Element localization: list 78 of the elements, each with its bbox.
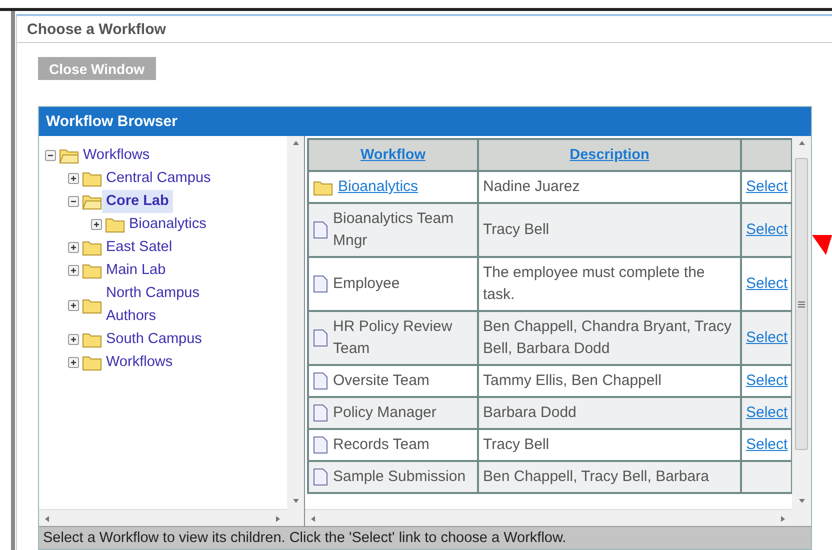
- vertical-scrollbar[interactable]: [287, 136, 304, 509]
- select-link[interactable]: Select: [746, 275, 788, 292]
- horizontal-scrollbar[interactable]: [305, 509, 792, 526]
- table-cell: Tracy Bell: [478, 203, 741, 257]
- collapse-icon[interactable]: [45, 150, 56, 161]
- document-icon: [313, 404, 328, 422]
- folder-icon: [82, 262, 102, 279]
- scroll-thumb[interactable]: [795, 158, 808, 450]
- select-link[interactable]: Select: [746, 329, 788, 346]
- grip-icon: [798, 300, 805, 308]
- table-cell: Barbara Dodd: [478, 397, 741, 429]
- workflow-name: Employee: [333, 274, 400, 294]
- document-icon: [313, 436, 328, 454]
- scroll-arrow-icon[interactable]: [275, 514, 282, 522]
- tree-item[interactable]: South Campus: [102, 328, 206, 351]
- table-cell: Ben Chappell, Chandra Bryant, Tracy Bell, Barbara Dodd: [478, 311, 741, 365]
- folder-link[interactable]: Bioanalytics: [338, 176, 418, 198]
- table-cell: The employee must complete the task.: [478, 257, 741, 311]
- triangle-icon: [812, 235, 832, 255]
- select-link[interactable]: Select: [746, 436, 788, 453]
- scroll-arrow-icon[interactable]: [44, 514, 51, 522]
- folder-icon: [82, 296, 102, 314]
- tree-item[interactable]: Bioanalytics: [125, 213, 210, 236]
- scroll-arrow-icon[interactable]: [780, 514, 787, 522]
- select-link[interactable]: Select: [746, 404, 788, 421]
- status-bar: Select a Workflow to view its children. Click the 'Select' link to choose a Workflow.: [39, 526, 811, 549]
- window-title: Choose a Workflow: [17, 16, 832, 43]
- workflow-name: HR Policy Review Team: [333, 317, 454, 359]
- open-folder-icon: [82, 193, 102, 210]
- open-folder-icon: [59, 147, 79, 164]
- collapse-icon[interactable]: [68, 196, 79, 207]
- tree-item[interactable]: Central Campus: [102, 167, 215, 190]
- expand-icon[interactable]: [68, 300, 79, 310]
- tree-item[interactable]: Core Lab: [102, 190, 173, 213]
- expand-icon[interactable]: [68, 242, 79, 253]
- folder-icon: [82, 239, 102, 256]
- sort-link[interactable]: Description: [570, 147, 650, 163]
- table-cell: Tracy Bell: [478, 429, 741, 461]
- scroll-arrow-icon[interactable]: [292, 498, 299, 505]
- workflow-name: Records Team: [333, 435, 430, 455]
- tree-item[interactable]: Workflows: [102, 351, 177, 374]
- workflow-name: Sample Submission: [333, 467, 466, 487]
- document-icon: [313, 221, 328, 239]
- expand-icon[interactable]: [68, 173, 79, 184]
- document-icon: [313, 468, 328, 486]
- tree-item[interactable]: Main Lab: [102, 259, 170, 282]
- panel-title: Workflow Browser: [39, 107, 811, 136]
- expand-icon[interactable]: [68, 265, 79, 276]
- vertical-scrollbar[interactable]: [792, 136, 811, 509]
- expand-icon[interactable]: [91, 219, 102, 230]
- expand-icon[interactable]: [68, 357, 79, 368]
- sort-link[interactable]: Workflow: [360, 147, 426, 163]
- document-icon: [313, 372, 328, 390]
- table-cell: Ben Chappell, Tracy Bell, Barbara: [478, 461, 741, 493]
- scroll-arrow-icon[interactable]: [798, 140, 805, 147]
- table-cell: Tammy Ellis, Ben Chappell: [478, 365, 741, 397]
- select-link[interactable]: Select: [746, 178, 788, 195]
- folder-icon: [105, 216, 125, 233]
- table-cell: Nadine Juarez: [478, 171, 741, 203]
- tree-item[interactable]: North Campus Authors: [102, 282, 235, 328]
- workflow-name: Bioanalytics Team Mngr: [333, 209, 455, 251]
- folder-icon: [82, 170, 102, 187]
- workflow-name: Oversite Team: [333, 371, 430, 391]
- tree-item[interactable]: East Satel: [102, 236, 176, 259]
- folder-icon: [82, 331, 102, 348]
- select-link[interactable]: Select: [746, 372, 788, 389]
- expand-icon[interactable]: [68, 334, 79, 345]
- scroll-arrow-icon[interactable]: [292, 140, 299, 147]
- folder-icon: [313, 178, 333, 196]
- workflow-name: Policy Manager: [333, 403, 436, 423]
- tree-item[interactable]: Workflows: [79, 144, 154, 167]
- scroll-arrow-icon[interactable]: [798, 498, 805, 505]
- folder-icon: [82, 354, 102, 371]
- select-link[interactable]: Select: [746, 221, 788, 238]
- document-icon: [313, 275, 328, 293]
- horizontal-scrollbar[interactable]: [39, 509, 287, 526]
- document-icon: [313, 329, 328, 347]
- scroll-arrow-icon[interactable]: [310, 514, 317, 522]
